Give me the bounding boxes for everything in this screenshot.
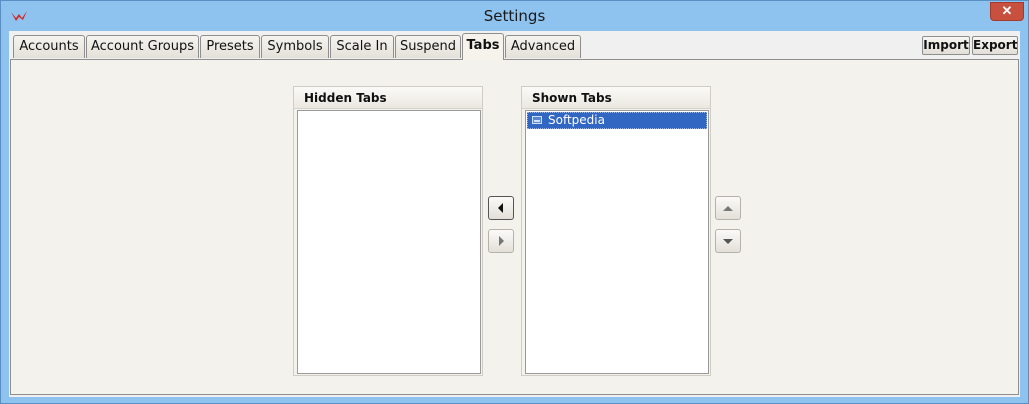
settings-window: Settings ✕ Accounts Account Groups Prese… — [0, 0, 1029, 404]
close-button[interactable]: ✕ — [990, 2, 1024, 21]
shown-tabs-header: Shown Tabs — [522, 87, 710, 109]
title-bar[interactable]: Settings ✕ — [1, 1, 1028, 31]
window-title: Settings — [483, 7, 546, 25]
import-button[interactable]: Import — [922, 36, 970, 55]
arrow-right-icon — [499, 236, 504, 246]
hidden-tabs-list[interactable] — [297, 110, 481, 374]
move-to-hidden-button[interactable] — [488, 196, 514, 220]
tab-strip: Accounts Account Groups Presets Symbols … — [9, 31, 1020, 60]
tab-account-groups[interactable]: Account Groups — [86, 35, 199, 58]
tab-tabs[interactable]: Tabs — [462, 33, 504, 60]
tab-item-icon — [532, 116, 542, 124]
hidden-tabs-group: Hidden Tabs — [293, 86, 483, 376]
move-up-button[interactable] — [715, 196, 741, 220]
arrow-down-icon — [723, 239, 733, 244]
move-down-button[interactable] — [715, 229, 741, 253]
hidden-tabs-header: Hidden Tabs — [294, 87, 482, 109]
list-item-label: Softpedia — [548, 113, 605, 127]
tab-advanced[interactable]: Advanced — [505, 35, 581, 58]
shown-tabs-group: Shown Tabs Softpedia — [521, 86, 711, 376]
arrow-left-icon — [498, 203, 503, 213]
tabs-settings-panel: Hidden Tabs Shown Tabs Softpedia — [10, 59, 1019, 395]
tab-suspend[interactable]: Suspend — [395, 35, 461, 58]
shown-tabs-list[interactable]: Softpedia — [525, 110, 709, 374]
tab-symbols[interactable]: Symbols — [261, 35, 329, 58]
move-to-shown-button[interactable] — [488, 229, 514, 253]
list-item[interactable]: Softpedia — [527, 112, 707, 129]
tab-presets[interactable]: Presets — [200, 35, 260, 58]
arrow-up-icon — [723, 206, 733, 211]
tab-scale-in[interactable]: Scale In — [330, 35, 394, 58]
close-icon: ✕ — [1001, 3, 1013, 18]
tab-accounts[interactable]: Accounts — [13, 35, 85, 58]
client-area: Accounts Account Groups Presets Symbols … — [9, 31, 1020, 397]
export-button[interactable]: Export — [972, 36, 1018, 55]
